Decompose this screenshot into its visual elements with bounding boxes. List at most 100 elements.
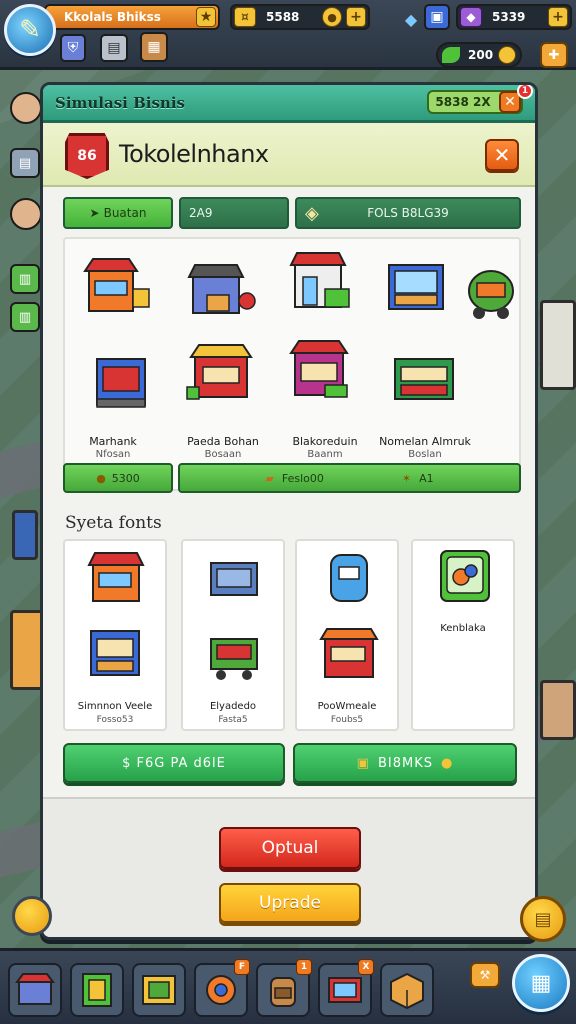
- crate-icon[interactable]: ▦: [140, 32, 168, 62]
- item-card[interactable]: Elyadedo Fasta5: [181, 539, 285, 731]
- dock-backpack-icon[interactable]: 1: [256, 959, 312, 1017]
- dock-tv-icon[interactable]: X: [318, 959, 374, 1017]
- panel-title-bar: Simulasi Bisnis 5838 2X ✕ 1: [43, 85, 535, 123]
- market-stall-icon[interactable]: [79, 251, 157, 321]
- player-avatar[interactable]: ✎: [4, 4, 56, 56]
- card-subtitle: Fosso53: [96, 715, 134, 725]
- bakery-stall-icon[interactable]: [185, 339, 263, 409]
- water-tank-icon: [330, 554, 368, 602]
- buy-action-button[interactable]: ● 5300: [63, 463, 173, 493]
- coin-icon: ●: [440, 755, 454, 771]
- dock-badge: F: [234, 959, 250, 975]
- item-subtitle: Boslan: [408, 449, 442, 460]
- add-gems-button[interactable]: +: [548, 7, 568, 27]
- left-coin-button[interactable]: [12, 896, 52, 936]
- main-menu-button[interactable]: ▦: [512, 954, 570, 1012]
- shop-badge-icon: 86: [65, 133, 109, 179]
- green-cart-icon: [210, 638, 258, 680]
- building: [10, 610, 44, 690]
- book-icon: [82, 973, 112, 1007]
- gem-icon: ◆: [460, 7, 482, 27]
- energy-bar[interactable]: 200: [436, 42, 522, 68]
- gem-count: 5339: [492, 10, 526, 24]
- food-cart-icon[interactable]: [461, 261, 538, 331]
- card-label: PooWmeale: [317, 701, 377, 712]
- gift-box-icon: ▣: [356, 755, 370, 771]
- shell-icon: ◈: [305, 202, 319, 224]
- level-bar[interactable]: Kkolals Bhikss ★: [44, 4, 220, 30]
- coin-bar[interactable]: ¤ 5588 ● +: [230, 4, 370, 30]
- tab-label: Buatan: [103, 206, 147, 220]
- folder-icon: ▰: [265, 471, 274, 485]
- storefront-icon: [87, 552, 145, 602]
- map-icon[interactable]: ▤: [100, 34, 128, 62]
- side-green-button[interactable]: ▥: [10, 264, 40, 294]
- item-card[interactable]: PooWmeale Foubs5: [295, 539, 399, 731]
- side-avatar[interactable]: [10, 92, 42, 124]
- gift-icon[interactable]: ✚: [540, 42, 568, 68]
- coin-collect-button[interactable]: ▤: [520, 896, 566, 942]
- building: [540, 680, 576, 740]
- shop-tabs: ➤ Buatan 2A9 ◈ FOLS B8LG39: [63, 197, 521, 229]
- tab-label: FOLS B8LG39: [367, 206, 449, 220]
- tab-fols[interactable]: ◈ FOLS B8LG39: [295, 197, 521, 229]
- action-label: Feslo00: [281, 471, 324, 485]
- dock-cart-icon[interactable]: F: [194, 959, 250, 1017]
- cart-icon: [206, 975, 236, 1005]
- item-card[interactable]: Simnnon Veele Fosso53: [63, 539, 167, 731]
- leaf-icon: [442, 47, 460, 63]
- clock-icon: [498, 46, 516, 64]
- shop-items-grid: Marhank Paeda Bohan Blakoreduin Nomelan …: [63, 237, 521, 491]
- level-label: Kkolals Bhikss: [64, 10, 161, 24]
- bonus-button[interactable]: ▣ BI8MKS ●: [293, 743, 517, 783]
- diamond-icon[interactable]: ◆: [398, 6, 424, 32]
- grocery-store-icon[interactable]: [381, 251, 459, 321]
- shop-icon: [15, 973, 55, 1005]
- card-label: Kenblaka: [440, 623, 486, 634]
- lock-icon[interactable]: ▣: [424, 4, 450, 30]
- market-booth-icon[interactable]: [285, 337, 363, 407]
- card-icon: [142, 975, 176, 1005]
- level-boost-icon[interactable]: ★: [196, 7, 216, 27]
- item-card[interactable]: Kenblaka: [411, 539, 515, 731]
- coin-count: 5588: [266, 10, 300, 24]
- build-tool-icon[interactable]: ⚒: [470, 962, 500, 988]
- app-badge-icon: [440, 550, 490, 602]
- building: [540, 300, 576, 390]
- close-shop-button[interactable]: ✕: [485, 139, 519, 171]
- gem-bar[interactable]: ◆ 5339 +: [456, 4, 572, 30]
- tab-buatan[interactable]: ➤ Buatan: [63, 197, 173, 229]
- section-title: Syeta fonts: [65, 513, 162, 533]
- shop-header: 86 Tokolelnhanx ✕: [43, 123, 535, 187]
- business-sim-panel: Simulasi Bisnis 5838 2X ✕ 1 86 Tokolelnh…: [40, 82, 538, 940]
- button-label: BI8MKS: [377, 755, 433, 771]
- card-subtitle: Fasta5: [218, 715, 248, 725]
- side-avatar[interactable]: [10, 198, 42, 230]
- item-subtitle: Nfosan: [95, 449, 131, 460]
- button-label: $ F6G PA d6lE: [122, 755, 226, 771]
- dock-card-icon[interactable]: [132, 963, 186, 1017]
- tab-icon: ➤: [89, 206, 100, 220]
- shop-building-icon[interactable]: [285, 249, 363, 319]
- price-button[interactable]: $ F6G PA d6lE: [63, 743, 285, 783]
- add-coins-button[interactable]: +: [346, 7, 366, 27]
- side-green-button[interactable]: ▥: [10, 302, 40, 332]
- option-button[interactable]: Optual: [219, 827, 361, 869]
- details-action-button[interactable]: ▰ Feslo00 ✶ A1: [178, 463, 521, 493]
- tab-label: 2A9: [189, 206, 213, 220]
- card-subtitle: Foubs5: [330, 715, 364, 725]
- tab-2a9[interactable]: 2A9: [179, 197, 289, 229]
- fruit-stand-icon[interactable]: [185, 259, 263, 329]
- kiosk-icon[interactable]: [87, 349, 165, 419]
- dock-book-icon[interactable]: [70, 963, 124, 1017]
- shield-icon[interactable]: ⛨: [60, 34, 86, 62]
- dock-shop-icon[interactable]: [8, 963, 62, 1017]
- dock-box-icon[interactable]: [380, 963, 434, 1017]
- produce-stand-icon[interactable]: [387, 343, 465, 413]
- upgrade-button[interactable]: Uprade: [219, 883, 361, 923]
- action-label: 5300: [111, 471, 140, 485]
- tv-icon: [328, 977, 362, 1003]
- coin-icon: ●: [96, 471, 106, 485]
- side-menu-button[interactable]: ▤: [10, 148, 40, 178]
- action-label: A1: [419, 471, 434, 485]
